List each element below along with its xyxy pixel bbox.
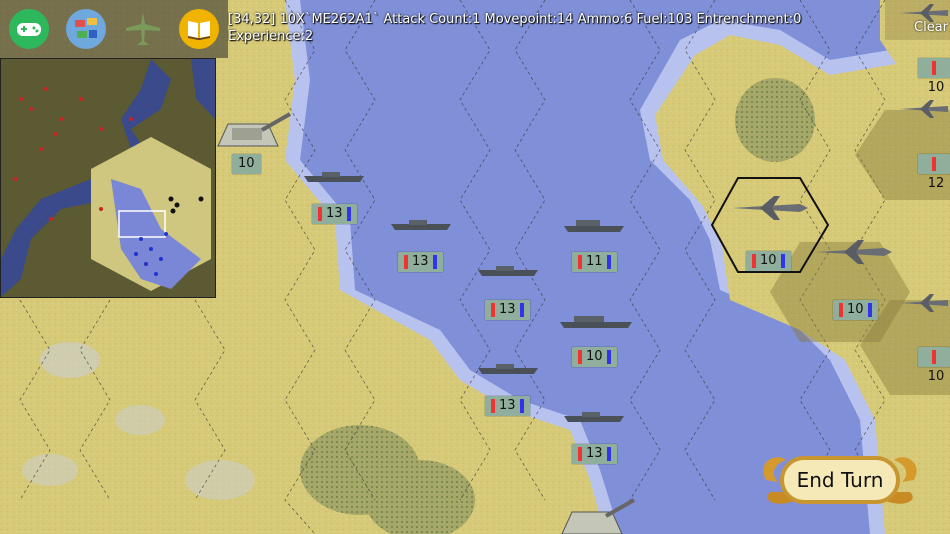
- status-line-2: Experience:2: [228, 29, 314, 44]
- toolbar: [0, 0, 228, 58]
- end-turn-label: End Turn: [796, 468, 884, 492]
- ship-unit[interactable]: [562, 218, 626, 234]
- end-turn-button[interactable]: End Turn: [756, 452, 924, 508]
- unit-strength: 11: [572, 252, 617, 272]
- artillery-unit[interactable]: [556, 496, 636, 534]
- status-line-1: [34,32] 10X`ME262A1` Attack Count:1 Move…: [228, 12, 802, 27]
- ship-unit[interactable]: [558, 314, 634, 330]
- unit-strength: 10: [918, 347, 950, 384]
- ship-unit[interactable]: [389, 216, 453, 232]
- ship-unit[interactable]: [476, 360, 540, 376]
- unit-strength: 12: [918, 154, 950, 191]
- unit-strength: 13: [572, 444, 617, 464]
- unit-status-text: [34,32] 10X`ME262A1` Attack Count:1 Move…: [228, 11, 801, 45]
- jet-unit[interactable]: [730, 194, 810, 222]
- weather-label: Clear: [914, 20, 948, 35]
- jet-unit[interactable]: [814, 238, 894, 266]
- ship-unit[interactable]: [476, 262, 540, 278]
- artillery-unit[interactable]: [212, 112, 292, 148]
- unit-strength: 13: [485, 300, 530, 320]
- minimap-graphic: [1, 59, 215, 297]
- unit-strength: 13: [312, 204, 357, 224]
- jet-unit[interactable]: [898, 98, 950, 120]
- unit-strength: 10: [746, 251, 791, 271]
- unit-strength: 10: [918, 58, 950, 95]
- unit-strength: 10: [232, 154, 261, 174]
- ship-unit[interactable]: [562, 408, 626, 424]
- book-icon[interactable]: [178, 8, 220, 50]
- gamepad-icon[interactable]: [8, 8, 50, 50]
- flags-icon[interactable]: [65, 8, 107, 50]
- unit-strength: 13: [398, 252, 443, 272]
- jet-unit[interactable]: [898, 292, 950, 314]
- unit-strength: 13: [485, 396, 530, 416]
- unit-strength: 10: [572, 347, 617, 367]
- ship-unit[interactable]: [302, 168, 366, 184]
- unit-strength: 10: [833, 300, 878, 320]
- minimap[interactable]: [0, 58, 216, 298]
- plane-icon[interactable]: [122, 8, 164, 50]
